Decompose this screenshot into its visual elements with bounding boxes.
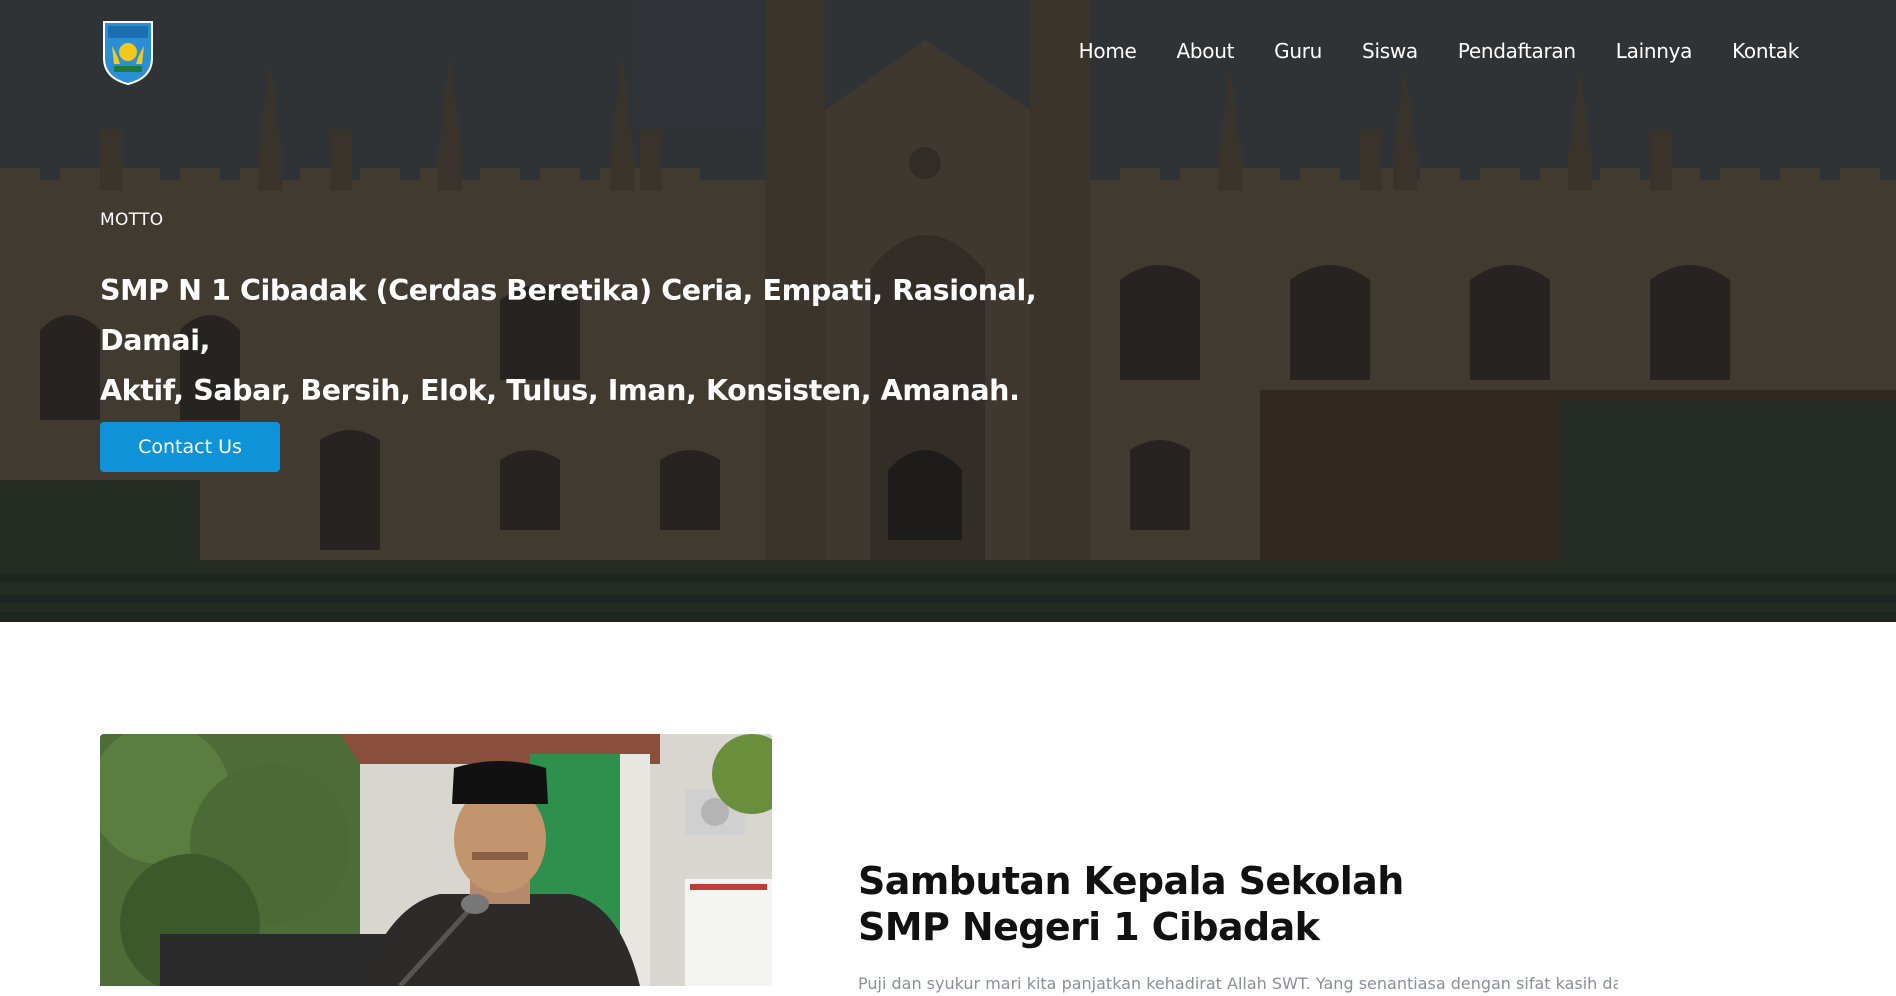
- nav-item-home[interactable]: Home: [1079, 36, 1137, 66]
- nav-item-guru[interactable]: Guru: [1274, 36, 1322, 66]
- nav-item-siswa[interactable]: Siswa: [1362, 36, 1418, 66]
- nav-link-pendaftaran[interactable]: Pendaftaran: [1458, 39, 1576, 63]
- motto-line-2: Aktif, Sabar, Bersih, Elok, Tulus, Iman,…: [100, 374, 1020, 407]
- sambutan-title-line-1: Sambutan Kepala Sekolah: [858, 859, 1404, 903]
- principal-photo: [100, 734, 772, 986]
- motto-line-1: SMP N 1 Cibadak (Cerdas Beretika) Ceria,…: [100, 274, 1037, 357]
- nav-item-pendaftaran[interactable]: Pendaftaran: [1458, 36, 1576, 66]
- nav-link-guru[interactable]: Guru: [1274, 39, 1322, 63]
- nav-item-about[interactable]: About: [1177, 36, 1235, 66]
- nav-item-kontak[interactable]: Kontak: [1732, 36, 1799, 66]
- nav-link-about[interactable]: About: [1177, 39, 1235, 63]
- sambutan-body-text: Puji dan syukur mari kita panjatkan keha…: [858, 974, 1618, 993]
- nav-link-lainnya[interactable]: Lainnya: [1616, 39, 1693, 63]
- sambutan-title-line-2: SMP Negeri 1 Cibadak: [858, 905, 1320, 949]
- main-nav: Home About Guru Siswa Pendaftaran Lainny…: [1079, 36, 1800, 66]
- nav-link-home[interactable]: Home: [1079, 39, 1137, 63]
- motto-label: MOTTO: [100, 210, 164, 230]
- school-crest-icon[interactable]: [100, 18, 156, 86]
- motto-text: SMP N 1 Cibadak (Cerdas Beretika) Ceria,…: [100, 266, 1080, 416]
- nav-item-lainnya[interactable]: Lainnya: [1616, 36, 1693, 66]
- nav-link-siswa[interactable]: Siswa: [1362, 39, 1418, 63]
- sambutan-title: Sambutan Kepala Sekolah SMP Negeri 1 Cib…: [858, 858, 1558, 950]
- nav-link-kontak[interactable]: Kontak: [1732, 39, 1799, 63]
- contact-us-button[interactable]: Contact Us: [100, 422, 280, 472]
- hero-section: Home About Guru Siswa Pendaftaran Lainny…: [0, 0, 1896, 622]
